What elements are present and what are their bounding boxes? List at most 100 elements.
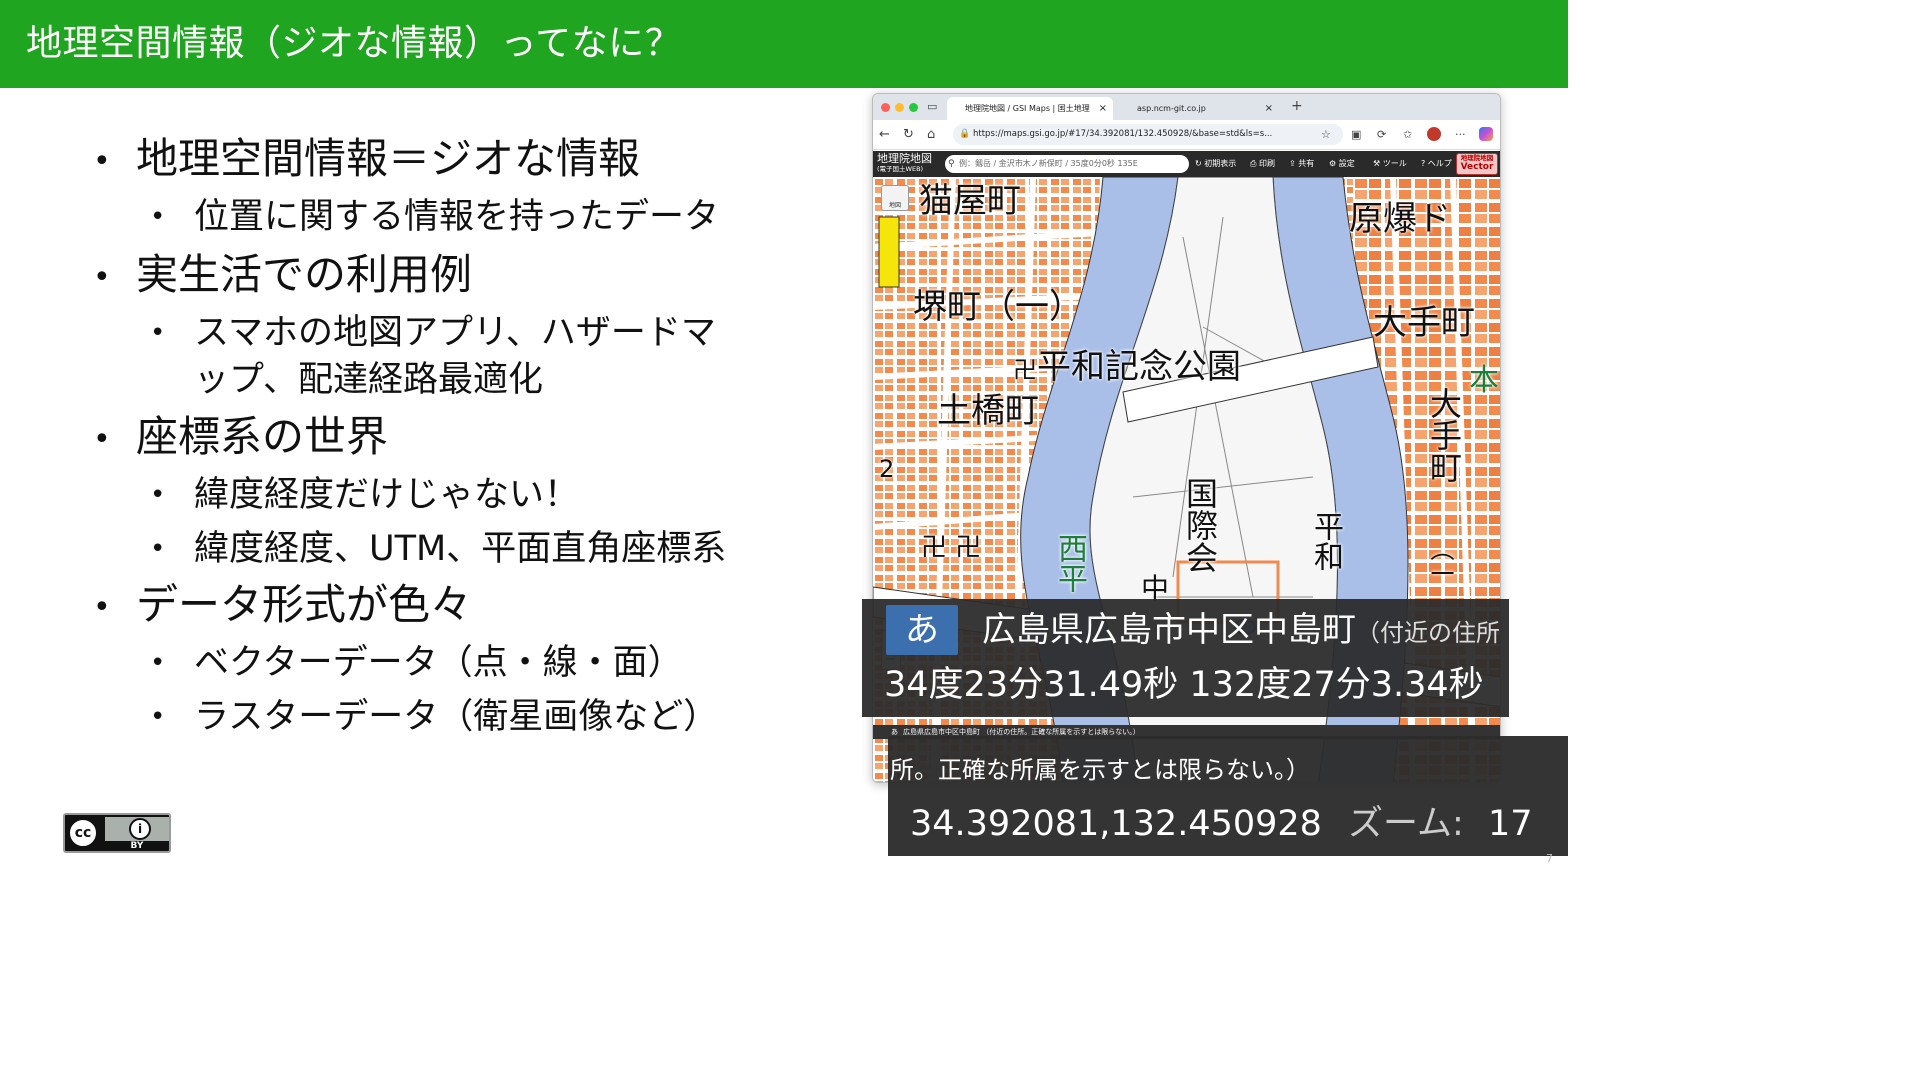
page-number: 7 [1546, 852, 1553, 865]
bullet-dot: • [93, 590, 111, 625]
address-note: （付近の住所 [1356, 619, 1500, 647]
url-field[interactable]: 🔒 https://maps.gsi.go.jp/#17/34.392081/1… [953, 124, 1343, 145]
bullet-examples-cont: ップ、配達経路最適化 [194, 357, 543, 403]
dms-coordinates: 34度23分31.49秒 132度27分3.34秒 [884, 665, 1484, 705]
tools-button[interactable]: ⚒ ツール [1373, 157, 1407, 171]
url-text: https://maps.gsi.go.jp/#17/34.392081/132… [973, 129, 1273, 139]
tab-label: asp.ncm-git.co.jp [1137, 104, 1206, 113]
place-search-input[interactable]: ⚲ 例：剱岳 / 金沢市木ノ新保町 / 35度0分0秒 135E [945, 155, 1189, 173]
bullet-data-formats: • データ形式が色々 [93, 578, 473, 632]
address-disclaimer: 所。正確な所属を示すとは限らない。） [890, 756, 1310, 784]
attribution-person-icon: i [129, 818, 151, 840]
initial-view-button[interactable]: ↻ 初期表示 [1195, 157, 1236, 171]
tool-label: ヘルプ [1427, 159, 1452, 168]
label-nishi: 西平 [1052, 533, 1087, 593]
search-icon: ⚲ [948, 159, 955, 169]
tab-asp[interactable]: asp.ncm-git.co.jp × [1117, 97, 1279, 120]
mini-address-note: （付近の住所。正確な所属を示すとは限らない。） [982, 728, 1140, 736]
share-button[interactable]: ⇪ 共有 [1289, 157, 1314, 171]
bullet-text: 緯度経度だけじゃない！ [194, 475, 580, 515]
bullet-location-data: • 位置に関する情報を持ったデータ [150, 194, 720, 240]
decimal-coordinates: 34.392081,132.450928 [910, 804, 1322, 844]
label-one-vertical: （一 [1426, 537, 1454, 585]
label-nekoya: 猫屋町 [919, 181, 1021, 221]
gsi-logo-text: 地理院地図 [877, 152, 932, 165]
label-tsuchihashi: 土橋町 [937, 391, 1039, 431]
bullet-text: 緯度経度、UTM、平面直角座標系 [194, 529, 727, 569]
label-number-2: 2 [879, 455, 895, 483]
title-bar: 地理空間情報（ジオな情報）ってなに？ [0, 0, 1568, 88]
layers-button[interactable]: 地図 [881, 185, 909, 211]
bullet-dot: • [93, 144, 111, 179]
close-tab-icon[interactable]: × [1265, 97, 1273, 120]
bullet-text: データ形式が色々 [136, 580, 473, 629]
help-button[interactable]: ? ヘルプ [1421, 157, 1452, 171]
bullet-dot: • [150, 202, 166, 232]
sidebar-icon[interactable]: ▭ [927, 98, 937, 116]
address-text: 広島県広島市中区中島町 [982, 610, 1356, 650]
tab-bar: ▭ 地理院地図 / GSI Maps | 国土地理 × asp.ncm-git.… [873, 94, 1500, 120]
new-tab-icon[interactable]: + [1291, 97, 1303, 115]
settings-button[interactable]: ⚙ 設定 [1329, 157, 1355, 171]
bullet-vector-data: • ベクターデータ（点・線・面） [150, 640, 683, 686]
bullet-text: 位置に関する情報を持ったデータ [194, 197, 720, 237]
address-callout: あ 広島県広島市中区中島町（付近の住所 34度23分31.49秒 132度27分… [862, 599, 1509, 717]
home-icon[interactable]: ⌂ [927, 126, 935, 144]
gsi-logo[interactable]: 地理院地図 (電子国土WEB) [877, 152, 932, 174]
extensions-icon[interactable]: ▣ [1351, 126, 1361, 144]
mini-address: 広島県広島市中区中島町 [903, 728, 980, 736]
profile-avatar-icon[interactable] [1427, 127, 1441, 141]
maximize-window-dot[interactable] [909, 103, 918, 112]
favorites-icon[interactable]: ✩ [1403, 126, 1412, 144]
label-sakai: 堺町（一） [913, 287, 1083, 327]
slide: 地理空間情報（ジオな情報）ってなに？ • 地理空間情報＝ジオな情報 • 位置に関… [0, 0, 1568, 882]
cc-icon: cc [67, 817, 99, 849]
latlon-callout: 所。正確な所属を示すとは限らない。） 34.392081,132.450928 … [888, 736, 1568, 856]
slide-title: 地理空間情報（ジオな情報）ってなに？ [26, 23, 682, 64]
reload-icon[interactable]: ↻ [903, 126, 914, 144]
bullet-text: ベクターデータ（点・線・面） [194, 643, 683, 683]
close-tab-icon[interactable]: × [1099, 97, 1107, 120]
lock-icon: 🔒 [959, 129, 971, 139]
print-button[interactable]: ⎙ 印刷 [1250, 157, 1275, 171]
address-bar-row: ← ↻ ⌂ 🔒 https://maps.gsi.go.jp/#17/34.39… [873, 120, 1500, 150]
railway-yellow [878, 216, 900, 288]
bullet-dot: • [150, 480, 166, 510]
vector-map-button[interactable]: 地理院地図 Vector [1456, 153, 1498, 175]
bullet-text: ップ、配達経路最適化 [194, 360, 543, 400]
layers-label: 地図 [888, 202, 901, 209]
zoom-label: ズーム: [1348, 804, 1464, 844]
label-heiwa-park-text: 平和記念公園 [1037, 347, 1241, 387]
address-line: 広島県広島市中区中島町（付近の住所 [982, 607, 1500, 656]
temple-icon: 卍 [1013, 356, 1037, 384]
close-window-dot[interactable] [881, 103, 890, 112]
tool-label: 初期表示 [1204, 159, 1237, 168]
copilot-icon[interactable] [1479, 127, 1493, 141]
bullet-text: 座標系の世界 [136, 412, 389, 461]
tool-label: ツール [1382, 159, 1407, 168]
zoom-value: 17 [1488, 804, 1533, 844]
tool-label: 印刷 [1258, 159, 1275, 168]
bullet-real-life: • 実生活での利用例 [93, 248, 473, 302]
minimize-window-dot[interactable] [895, 103, 904, 112]
back-icon[interactable]: ← [879, 126, 890, 144]
bullet-text: ラスターデータ（衛星画像など） [194, 697, 719, 737]
tab-label: 地理院地図 / GSI Maps | 国土地理 [965, 104, 1090, 113]
tab-gsi-maps[interactable]: 地理院地図 / GSI Maps | 国土地理 × [947, 97, 1113, 120]
more-menu-icon[interactable]: ··· [1455, 126, 1466, 144]
bullet-not-only-latlon: • 緯度経度だけじゃない！ [150, 472, 580, 518]
favorite-star-icon[interactable]: ☆ [1321, 126, 1331, 144]
bullet-dot: • [93, 260, 111, 295]
bullet-raster-data: • ラスターデータ（衛星画像など） [150, 694, 719, 740]
search-placeholder: 例：剱岳 / 金沢市木ノ新保町 / 35度0分0秒 135E [959, 159, 1138, 168]
bullet-dot: • [150, 702, 166, 732]
temple-icons-pair: 卍 卍 [921, 533, 982, 563]
bullet-coordinate: • 座標系の世界 [93, 410, 389, 464]
by-label: BY [130, 841, 144, 851]
bullet-dot: • [150, 534, 166, 564]
label-kokusai: 国際会 [1181, 477, 1219, 573]
bullet-text: 実生活での利用例 [136, 250, 473, 299]
collections-icon[interactable]: ⟳ [1377, 126, 1386, 144]
cc-by-license-badge: cc i BY [63, 813, 171, 853]
vector-bottom: Vector [1460, 162, 1494, 172]
